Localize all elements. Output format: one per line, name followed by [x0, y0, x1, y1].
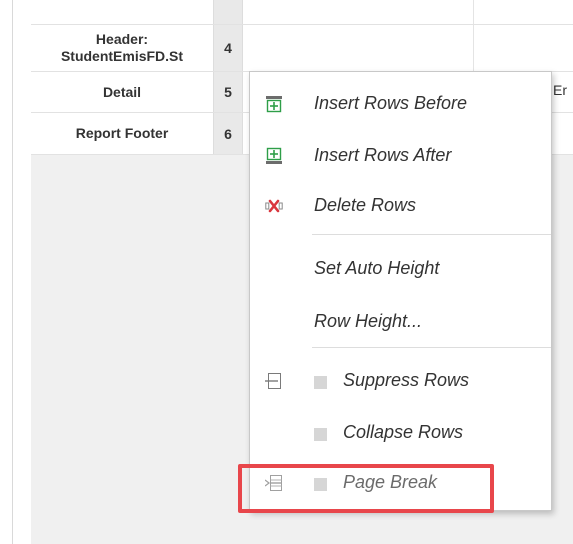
menu-item-collapse-rows[interactable]: Collapse Rows: [250, 407, 551, 457]
menu-separator: [312, 347, 551, 348]
menu-separator: [312, 234, 551, 235]
row-number-cell[interactable]: 6: [214, 113, 243, 154]
menu-item-label: Set Auto Height: [314, 258, 440, 278]
insert-rows-before-icon: [265, 95, 283, 113]
suppress-rows-checkbox[interactable]: [314, 376, 327, 389]
menu-item-label: Row Height...: [314, 311, 423, 331]
row-label-cell: Detail: [31, 72, 214, 112]
menu-item-insert-rows-before[interactable]: Insert Rows Before: [250, 78, 551, 128]
menu-item-delete-rows[interactable]: Delete Rows: [250, 180, 551, 230]
menu-item-suppress-rows[interactable]: Suppress Rows: [250, 355, 551, 405]
context-menu: Insert Rows Before Insert Rows After Del…: [249, 71, 552, 511]
table-row[interactable]: [31, 0, 573, 25]
menu-item-label: Collapse Rows: [343, 422, 464, 442]
row-label-cell: Header: StudentEmisFD.St: [31, 25, 214, 71]
row-label-cell: [31, 0, 214, 24]
page-break-highlight-annotation: [238, 464, 494, 513]
menu-item-label: Insert Rows After: [314, 145, 452, 165]
data-cell[interactable]: [243, 25, 474, 71]
menu-item-label: Insert Rows Before: [314, 93, 468, 113]
menu-item-insert-rows-after[interactable]: Insert Rows After: [250, 130, 551, 180]
truncated-cell-text: Er: [553, 82, 567, 98]
menu-item-label: Delete Rows: [314, 195, 417, 215]
menu-item-set-auto-height[interactable]: Set Auto Height: [250, 243, 551, 293]
suppress-rows-icon: [265, 372, 283, 390]
menu-item-label: Suppress Rows: [343, 370, 470, 390]
left-panel-edge: [0, 0, 13, 544]
insert-rows-after-icon: [265, 147, 283, 165]
row-number-cell: [214, 0, 243, 24]
menu-item-row-height[interactable]: Row Height...: [250, 296, 551, 346]
row-label-cell: Report Footer: [31, 113, 214, 154]
collapse-rows-checkbox[interactable]: [314, 428, 327, 441]
row-number-cell[interactable]: 5: [214, 72, 243, 112]
row-number-cell[interactable]: 4: [214, 25, 243, 71]
table-row[interactable]: Header: StudentEmisFD.St 4: [31, 25, 573, 72]
data-cell[interactable]: [243, 0, 474, 24]
delete-rows-icon: [265, 197, 283, 215]
